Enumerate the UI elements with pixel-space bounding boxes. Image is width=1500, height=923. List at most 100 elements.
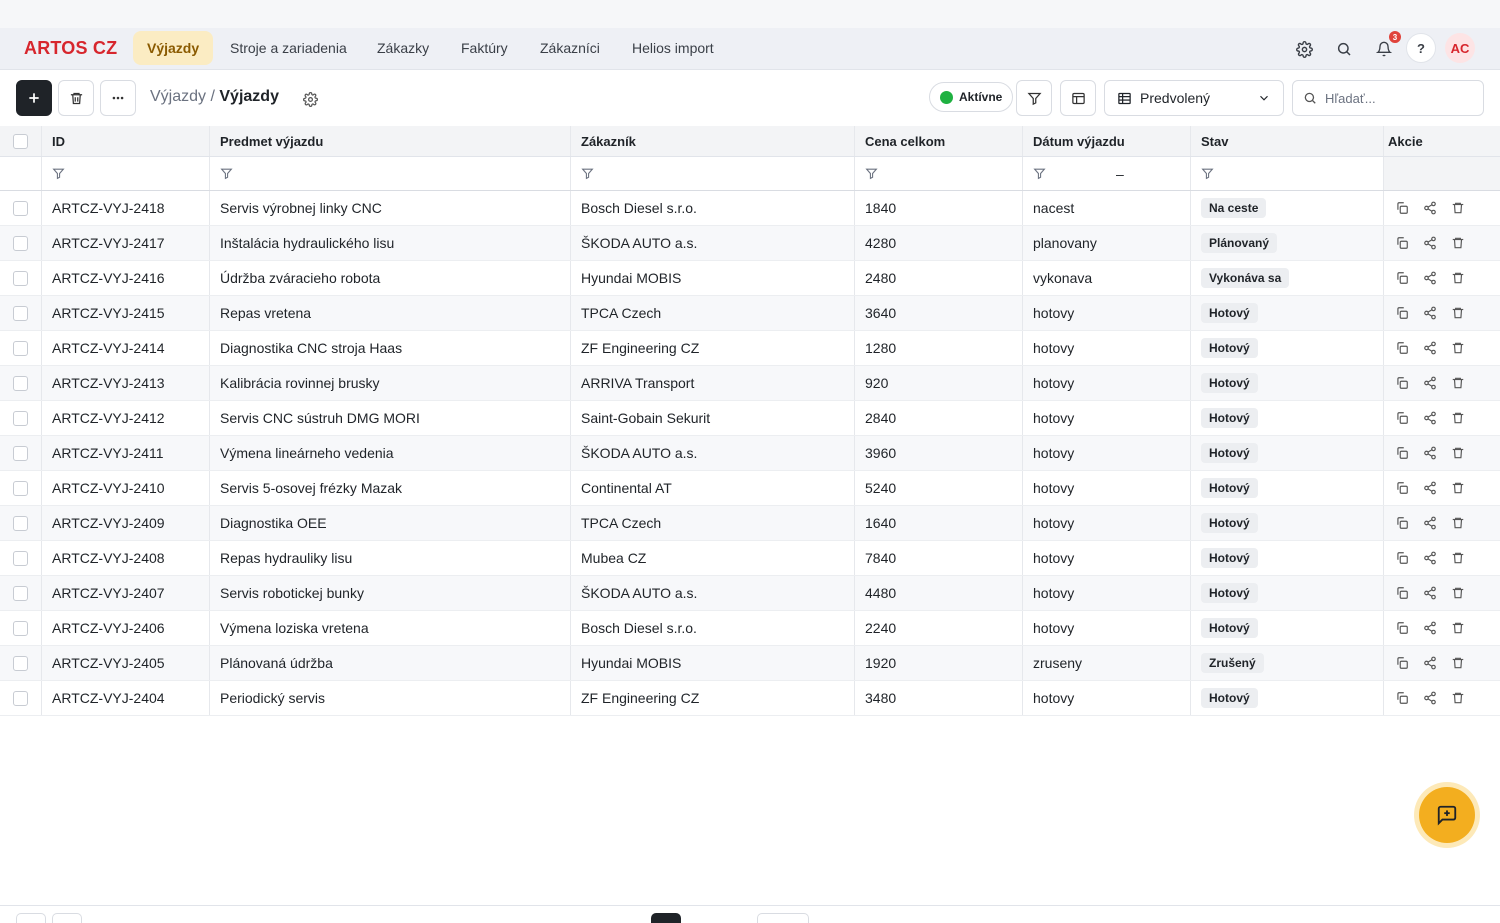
columns-button[interactable]	[1060, 80, 1096, 116]
trash-icon[interactable]	[1450, 550, 1466, 566]
share-icon[interactable]	[1422, 375, 1438, 391]
trash-icon[interactable]	[1450, 655, 1466, 671]
share-icon[interactable]	[1422, 340, 1438, 356]
filter-cell-id[interactable]	[42, 157, 210, 190]
nav-item-stroje[interactable]: Stroje a zariadenia	[216, 31, 361, 65]
row-checkbox[interactable]	[13, 585, 28, 601]
brand-logo[interactable]: ARTOS CZ	[24, 38, 117, 59]
share-icon[interactable]	[1422, 515, 1438, 531]
column-header-price[interactable]: Cena celkom	[855, 126, 1023, 156]
column-header-subject[interactable]: Predmet výjazdu	[210, 126, 571, 156]
trash-icon[interactable]	[1450, 340, 1466, 356]
copy-icon[interactable]	[1394, 270, 1410, 286]
row-checkbox[interactable]	[13, 200, 28, 216]
share-icon[interactable]	[1422, 620, 1438, 636]
table-row[interactable]: ARTCZ-VYJ-2414 Diagnostika CNC stroja Ha…	[0, 331, 1500, 366]
view-settings-gear-icon[interactable]	[300, 89, 320, 109]
share-icon[interactable]	[1422, 655, 1438, 671]
view-select[interactable]: Predvolený	[1104, 80, 1284, 116]
trash-icon[interactable]	[1450, 305, 1466, 321]
nav-item-zakaznici[interactable]: Zákazníci	[526, 31, 614, 65]
copy-icon[interactable]	[1394, 235, 1410, 251]
copy-icon[interactable]	[1394, 410, 1410, 426]
nav-item-faktury[interactable]: Faktúry	[447, 31, 522, 65]
share-icon[interactable]	[1422, 305, 1438, 321]
row-checkbox[interactable]	[13, 480, 28, 496]
pagination-current-page[interactable]	[651, 913, 681, 923]
table-row[interactable]: ARTCZ-VYJ-2407 Servis robotickej bunky Š…	[0, 576, 1500, 611]
table-row[interactable]: ARTCZ-VYJ-2406 Výmena loziska vretena Bo…	[0, 611, 1500, 646]
table-row[interactable]: ARTCZ-VYJ-2411 Výmena lineárneho vedenia…	[0, 436, 1500, 471]
filter-button[interactable]	[1016, 80, 1052, 116]
table-row[interactable]: ARTCZ-VYJ-2416 Údržba zváracieho robota …	[0, 261, 1500, 296]
pagination-prev-button[interactable]	[52, 913, 82, 923]
copy-icon[interactable]	[1394, 305, 1410, 321]
copy-icon[interactable]	[1394, 550, 1410, 566]
table-row[interactable]: ARTCZ-VYJ-2413 Kalibrácia rovinnej brusk…	[0, 366, 1500, 401]
trash-icon[interactable]	[1450, 235, 1466, 251]
filter-cell-date[interactable]: –	[1023, 157, 1191, 190]
table-row[interactable]: ARTCZ-VYJ-2409 Diagnostika OEE TPCA Czec…	[0, 506, 1500, 541]
row-checkbox[interactable]	[13, 550, 28, 566]
filter-cell-status[interactable]	[1191, 157, 1384, 190]
search-field[interactable]	[1292, 80, 1484, 116]
row-checkbox[interactable]	[13, 235, 28, 251]
row-checkbox[interactable]	[13, 270, 28, 286]
row-checkbox[interactable]	[13, 305, 28, 321]
share-icon[interactable]	[1422, 690, 1438, 706]
table-row[interactable]: ARTCZ-VYJ-2418 Servis výrobnej linky CNC…	[0, 191, 1500, 226]
copy-icon[interactable]	[1394, 200, 1410, 216]
share-icon[interactable]	[1422, 585, 1438, 601]
table-row[interactable]: ARTCZ-VYJ-2405 Plánovaná údržba Hyundai …	[0, 646, 1500, 681]
settings-gear-icon[interactable]	[1289, 34, 1319, 64]
share-icon[interactable]	[1422, 235, 1438, 251]
trash-icon[interactable]	[1450, 270, 1466, 286]
copy-icon[interactable]	[1394, 655, 1410, 671]
share-icon[interactable]	[1422, 480, 1438, 496]
row-checkbox[interactable]	[13, 340, 28, 356]
user-avatar[interactable]: AC	[1445, 33, 1475, 63]
column-header-status[interactable]: Stav	[1191, 126, 1384, 156]
table-row[interactable]: ARTCZ-VYJ-2417 Inštalácia hydraulického …	[0, 226, 1500, 261]
help-button[interactable]: ?	[1406, 33, 1436, 63]
copy-icon[interactable]	[1394, 620, 1410, 636]
table-row[interactable]: ARTCZ-VYJ-2410 Servis 5-osovej frézky Ma…	[0, 471, 1500, 506]
trash-icon[interactable]	[1450, 515, 1466, 531]
share-icon[interactable]	[1422, 200, 1438, 216]
copy-icon[interactable]	[1394, 515, 1410, 531]
copy-icon[interactable]	[1394, 480, 1410, 496]
share-icon[interactable]	[1422, 550, 1438, 566]
page-size-select[interactable]	[757, 913, 809, 923]
more-button[interactable]	[100, 80, 136, 116]
nav-item-zakazky[interactable]: Zákazky	[363, 31, 443, 65]
feedback-fab[interactable]	[1414, 782, 1480, 848]
column-header-date[interactable]: Dátum výjazdu	[1023, 126, 1191, 156]
trash-icon[interactable]	[1450, 200, 1466, 216]
nav-item-helios-import[interactable]: Helios import	[618, 31, 728, 65]
table-row[interactable]: ARTCZ-VYJ-2415 Repas vretena TPCA Czech …	[0, 296, 1500, 331]
column-header-id[interactable]: ID	[42, 126, 210, 156]
share-icon[interactable]	[1422, 270, 1438, 286]
copy-icon[interactable]	[1394, 690, 1410, 706]
table-row[interactable]: ARTCZ-VYJ-2412 Servis CNC sústruh DMG MO…	[0, 401, 1500, 436]
delete-button[interactable]	[58, 80, 94, 116]
share-icon[interactable]	[1422, 445, 1438, 461]
trash-icon[interactable]	[1450, 445, 1466, 461]
row-checkbox[interactable]	[13, 690, 28, 706]
nav-item-vyjazdy[interactable]: Výjazdy	[133, 31, 214, 65]
search-input[interactable]	[1325, 90, 1465, 106]
trash-icon[interactable]	[1450, 620, 1466, 636]
trash-icon[interactable]	[1450, 410, 1466, 426]
copy-icon[interactable]	[1394, 375, 1410, 391]
row-checkbox[interactable]	[13, 375, 28, 391]
filter-cell-price[interactable]	[855, 157, 1023, 190]
row-checkbox[interactable]	[13, 410, 28, 426]
row-checkbox[interactable]	[13, 655, 28, 671]
pagination-first-button[interactable]	[16, 913, 46, 923]
trash-icon[interactable]	[1450, 690, 1466, 706]
copy-icon[interactable]	[1394, 445, 1410, 461]
copy-icon[interactable]	[1394, 585, 1410, 601]
table-row[interactable]: ARTCZ-VYJ-2408 Repas hydrauliky lisu Mub…	[0, 541, 1500, 576]
filter-cell-subject[interactable]	[210, 157, 571, 190]
select-all-checkbox[interactable]	[13, 133, 28, 149]
